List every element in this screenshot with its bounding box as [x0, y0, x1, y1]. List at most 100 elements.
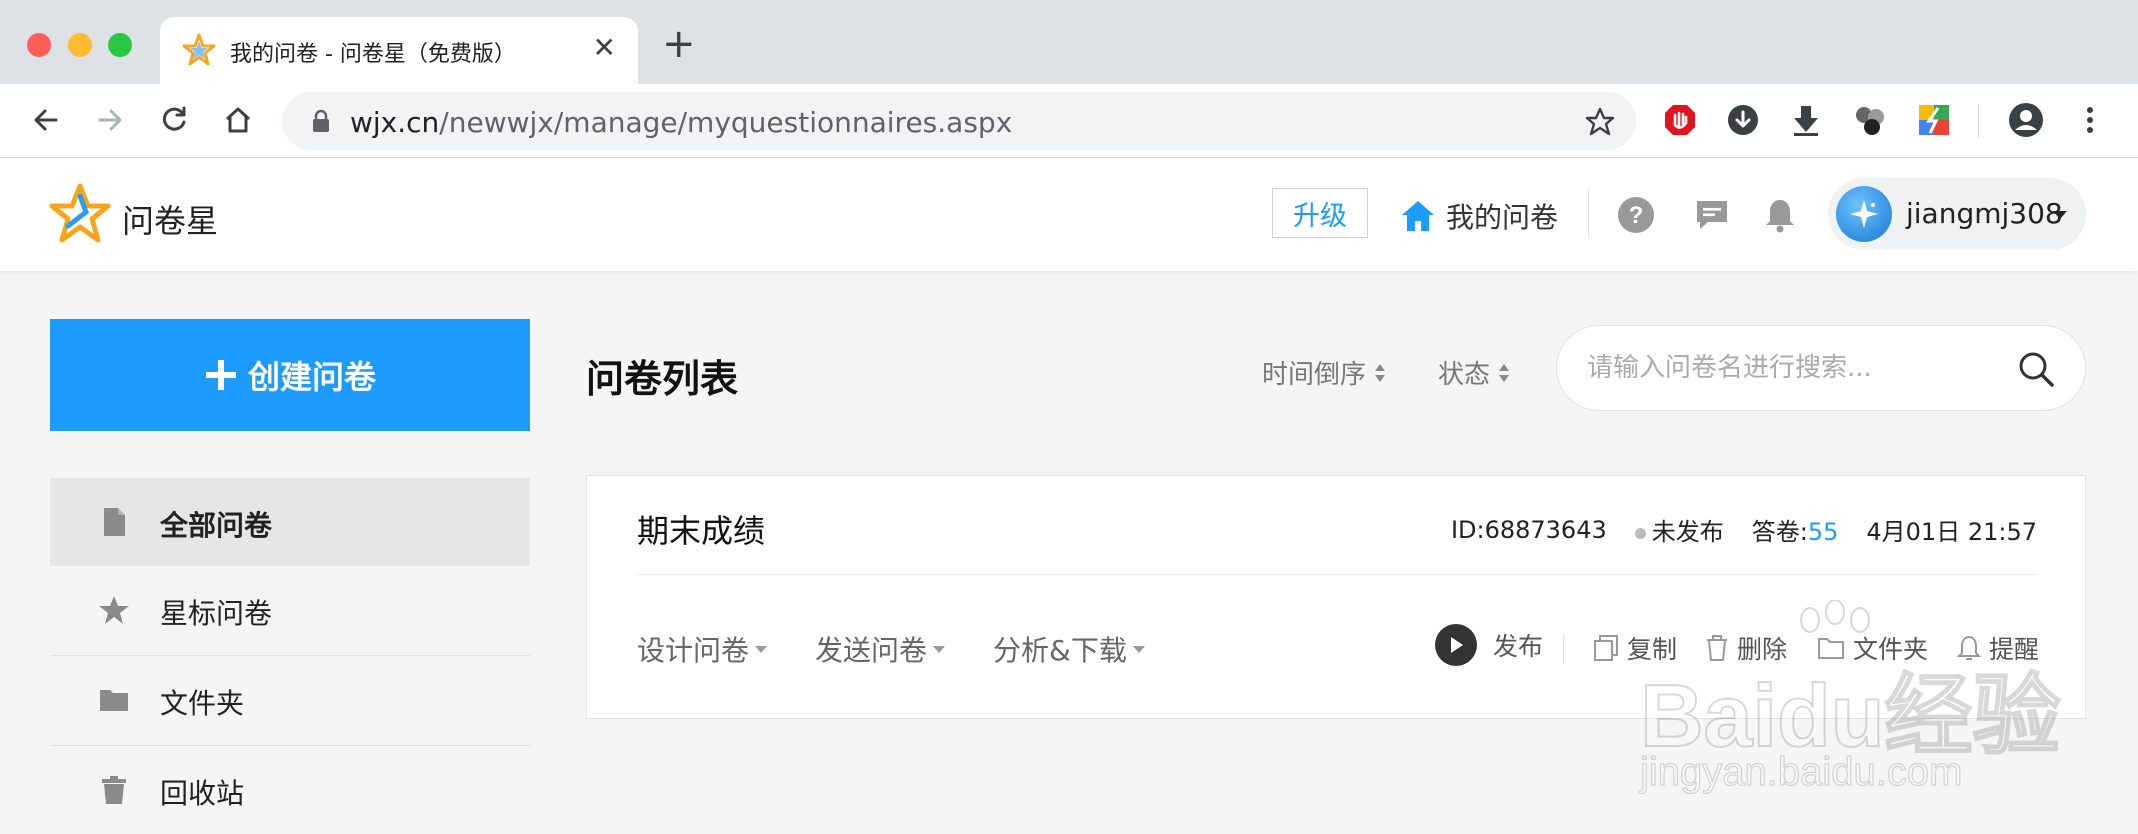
folder-label: 文件夹 [1853, 635, 1929, 664]
star-icon [99, 596, 129, 624]
adblock-extension-icon[interactable] [1662, 102, 1698, 138]
design-survey-menu[interactable]: 设计问卷 [637, 629, 768, 669]
survey-date: 4月01日 21:57 [1866, 518, 2037, 546]
download-circle-extension-icon[interactable] [1725, 102, 1761, 138]
copy-label: 复制 [1627, 635, 1678, 664]
bell-icon [1957, 635, 1981, 660]
remind-label: 提醒 [1989, 635, 2040, 664]
username: jiangmj308 [1906, 197, 2063, 230]
sidebar-item-label: 文件夹 [160, 687, 245, 720]
tab-close-icon[interactable]: ✕ [593, 31, 616, 64]
survey-title[interactable]: 期末成绩 [637, 506, 765, 552]
bookmark-star-icon[interactable] [1584, 106, 1616, 138]
delete-label: 删除 [1737, 635, 1788, 664]
caret-down-icon [1132, 645, 1145, 653]
brand-name[interactable]: 问卷星 [122, 196, 218, 242]
sidebar-item-all-surveys[interactable]: 全部问卷 [50, 478, 530, 566]
delete-button[interactable]: 删除 [1705, 630, 1787, 666]
window-maximize-button[interactable] [108, 33, 132, 57]
window-close-button[interactable] [27, 33, 51, 57]
forward-icon[interactable] [92, 102, 128, 138]
sidebar-item-label: 全部问卷 [160, 509, 273, 542]
move-to-folder-button[interactable]: 文件夹 [1817, 630, 1928, 666]
message-icon[interactable] [1692, 195, 1732, 235]
sidebar-item-recycle-bin[interactable]: 回收站 [50, 746, 530, 834]
remind-button[interactable]: 提醒 [1957, 630, 2039, 666]
browser-toolbar: wjx.cn/newwjx/manage/myquestionnaires.as… [0, 84, 2138, 158]
watermark-url: jingyan.baidu.com [1639, 749, 1963, 794]
folder-icon [1818, 638, 1844, 659]
browser-tab-active[interactable]: 我的问卷 - 问卷星（免费版） ✕ [160, 17, 638, 84]
toolbar-divider [1978, 104, 1979, 138]
svg-text:?: ? [1629, 202, 1644, 229]
colorful-extension-icon[interactable] [1916, 102, 1952, 138]
survey-id: ID:68873643 [1450, 515, 1607, 544]
answer-count[interactable]: 55 [1808, 518, 1839, 546]
lock-icon [313, 109, 329, 132]
status-dot-icon [1634, 527, 1646, 539]
trash-icon [102, 776, 126, 804]
browser-tab-bar: 我的问卷 - 问卷星（免费版） ✕ + [0, 0, 2138, 84]
sidebar-item-label: 星标问卷 [160, 597, 273, 630]
new-tab-button[interactable]: + [662, 24, 696, 64]
document-icon [104, 508, 125, 536]
survey-meta: ID:68873643 未发布 答卷:55 4月01日 21:57 [1423, 512, 2037, 547]
copy-icon [1594, 635, 1618, 661]
my-surveys-link[interactable]: 我的问卷 [1400, 196, 1558, 236]
download-arrow-extension-icon[interactable] [1788, 102, 1824, 138]
sidebar-item-starred[interactable]: 星标问卷 [50, 566, 530, 654]
chevron-down-icon [2053, 211, 2067, 219]
search-box [1556, 325, 2086, 411]
sidebar-item-folders[interactable]: 文件夹 [50, 656, 530, 744]
header-divider [1588, 188, 1589, 238]
upgrade-button[interactable]: 升级 [1272, 188, 1368, 238]
window-minimize-button[interactable] [68, 33, 92, 57]
url-text: wjx.cn/newwjx/manage/myquestionnaires.as… [350, 106, 1013, 139]
search-input[interactable] [1587, 346, 2007, 390]
analyze-download-menu[interactable]: 分析&下载 [993, 629, 1145, 669]
home-icon[interactable] [220, 102, 256, 138]
sort-arrows-icon [1375, 363, 1386, 382]
profile-icon[interactable] [2008, 102, 2044, 138]
sort-by-time-dropdown[interactable]: 时间倒序 [1262, 354, 1386, 391]
analyze-download-label: 分析&下载 [993, 634, 1127, 667]
send-survey-label: 发送问卷 [815, 634, 928, 667]
sort-by-time-label: 时间倒序 [1262, 360, 1367, 390]
spheres-extension-icon[interactable] [1852, 102, 1888, 138]
wjx-logo-icon[interactable] [48, 182, 112, 246]
browser-menu-icon[interactable] [2072, 102, 2108, 138]
publish-label: 发布 [1493, 632, 1544, 661]
sidebar-item-label: 回收站 [160, 777, 245, 810]
tab-title: 我的问卷 - 问卷星（免费版） [230, 42, 516, 67]
avatar [1836, 186, 1892, 242]
reload-icon[interactable] [156, 102, 192, 138]
folder-icon [100, 690, 128, 711]
my-surveys-label: 我的问卷 [1446, 201, 1559, 234]
sparkle-icon [1850, 200, 1878, 228]
wjx-favicon-icon [182, 33, 216, 66]
send-survey-menu[interactable]: 发送问卷 [815, 629, 946, 669]
caret-down-icon [755, 645, 768, 653]
search-icon[interactable] [2017, 350, 2055, 388]
design-survey-label: 设计问卷 [637, 634, 750, 667]
create-survey-button[interactable]: 创建问卷 [50, 319, 530, 431]
trash-icon [1707, 635, 1727, 661]
survey-card: 期末成绩 ID:68873643 未发布 答卷:55 4月01日 21:57 设… [586, 475, 2086, 719]
copy-button[interactable]: 复制 [1593, 630, 1677, 666]
status-filter-dropdown[interactable]: 状态 [1438, 354, 1510, 391]
address-bar[interactable]: wjx.cn/newwjx/manage/myquestionnaires.as… [282, 92, 1636, 150]
back-icon[interactable] [28, 102, 64, 138]
help-icon[interactable]: ? [1616, 195, 1656, 235]
status-filter-label: 状态 [1438, 360, 1491, 390]
survey-answers: 答卷:55 [1751, 518, 1839, 546]
sort-arrows-icon [1499, 363, 1510, 382]
page-title: 问卷列表 [586, 357, 739, 401]
home-icon [1402, 201, 1434, 231]
action-divider [1563, 634, 1564, 664]
user-menu[interactable]: jiangmj308 [1828, 178, 2086, 250]
notification-bell-icon[interactable] [1760, 195, 1800, 235]
site-header: 问卷星 升级 我的问卷 ? jiangmj308 [0, 158, 2138, 271]
publish-button[interactable]: 发布 [1435, 624, 1543, 666]
play-icon [1435, 624, 1477, 666]
card-divider [637, 574, 2037, 575]
